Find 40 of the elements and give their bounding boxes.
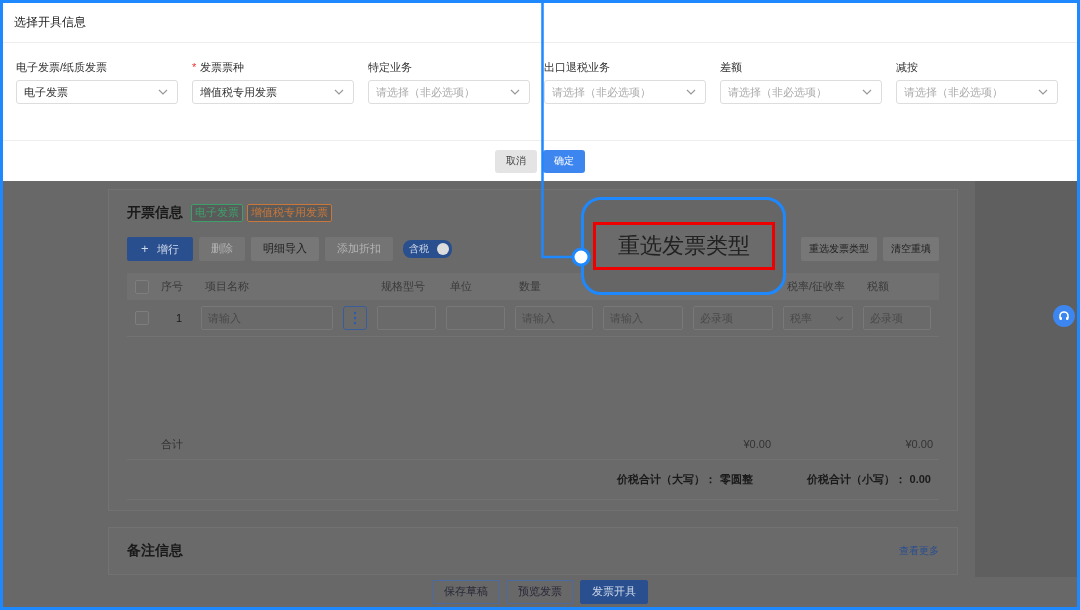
summary-text: 价税合计（小写）： 0.00 bbox=[806, 472, 931, 487]
dialog-title: 选择开具信息 bbox=[14, 14, 86, 31]
cancel-button[interactable]: 取消 bbox=[495, 149, 537, 173]
chevron-icon bbox=[835, 315, 844, 321]
section-title: 开票信息 bbox=[127, 204, 183, 222]
field-label: 出口退税业务 bbox=[544, 60, 611, 75]
callout-label: 重选发票类型 bbox=[592, 222, 775, 270]
chevron-icon bbox=[1038, 89, 1048, 95]
select-field[interactable]: 请选择（非必选项） bbox=[544, 80, 706, 104]
field-label: 差额 bbox=[720, 60, 743, 75]
confirm-button[interactable]: 确定 bbox=[543, 149, 585, 173]
toolbar-button[interactable]: 重选发票类型 bbox=[801, 237, 877, 261]
footer-button[interactable]: 发票开具 bbox=[580, 580, 648, 604]
field-label: * 发票票种 bbox=[192, 60, 246, 75]
field-label: 电子发票/纸质发票 bbox=[16, 60, 109, 75]
summary-text: 价税合计（大写）： 零圆整 bbox=[616, 472, 753, 487]
chevron-icon bbox=[686, 89, 696, 95]
more-button[interactable] bbox=[343, 306, 367, 330]
footer-button[interactable]: 保存草稿 bbox=[432, 580, 500, 604]
table-cell-text: 1 bbox=[174, 312, 184, 324]
select-field[interactable]: 增值税专用发票 bbox=[192, 80, 354, 104]
tag: 增值税专用发票 bbox=[247, 204, 332, 222]
tag: 电子发票 bbox=[191, 204, 243, 222]
chevron-icon bbox=[510, 89, 520, 95]
headset-icon bbox=[1058, 310, 1070, 322]
field-label: 减按 bbox=[896, 60, 919, 75]
tax-toggle[interactable]: 含税 bbox=[402, 240, 452, 258]
toolbar-button[interactable]: 清空重填 bbox=[883, 237, 939, 261]
field-label: 特定业务 bbox=[368, 60, 413, 75]
select-field[interactable]: 请选择（非必选项） bbox=[720, 80, 882, 104]
chevron-icon bbox=[334, 89, 344, 95]
toolbar-button[interactable]: 明细导入 bbox=[250, 237, 319, 261]
chevron-icon bbox=[158, 89, 168, 95]
select-field[interactable]: 电子发票 bbox=[16, 80, 178, 104]
select-field[interactable]: 请选择（非必选项） bbox=[368, 80, 530, 104]
select-field[interactable]: 请选择（非必选项） bbox=[896, 80, 1058, 104]
add-row-button[interactable]: + 增行 bbox=[127, 237, 193, 261]
section-title: 备注信息 bbox=[127, 542, 183, 560]
more-icon bbox=[353, 311, 357, 325]
chevron-icon bbox=[862, 89, 872, 95]
